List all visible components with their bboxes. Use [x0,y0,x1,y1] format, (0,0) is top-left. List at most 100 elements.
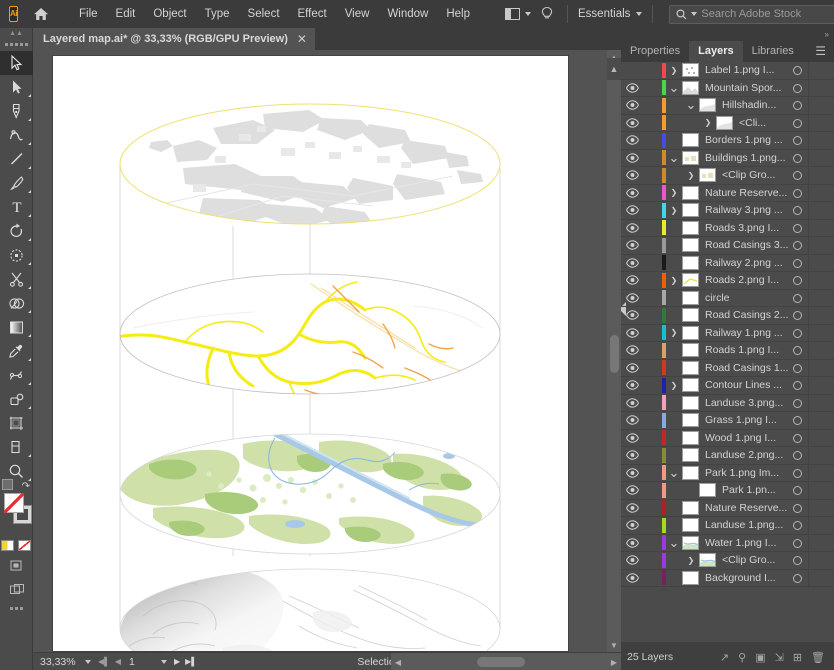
layer-target-indicator[interactable] [793,416,802,425]
layer-name-label[interactable]: Landuse 2.png... [699,449,783,461]
layer-target-indicator[interactable] [793,259,802,268]
layer-name-label[interactable]: Railway 2.png ... [699,257,783,269]
chevron-down-icon[interactable]: ⌄ [683,97,699,113]
layer-row[interactable]: ❯Railway 1.png ... [621,325,834,343]
layer-name-label[interactable]: Landuse 3.png... [699,397,783,409]
layer-target-indicator[interactable] [793,101,802,110]
visibility-eye-icon[interactable] [621,135,643,145]
visibility-eye-icon[interactable] [621,310,643,320]
layer-target-indicator[interactable] [793,399,802,408]
layer-name-label[interactable]: Nature Reserve... [699,187,787,199]
document-tab-close-icon[interactable]: ✕ [297,33,307,45]
delete-selection-icon[interactable]: 🗑 [811,651,825,664]
visibility-eye-icon[interactable] [621,170,643,180]
menu-view[interactable]: View [336,4,379,24]
chevron-right-icon[interactable]: ❯ [666,206,682,215]
edit-toolbar-button[interactable] [0,601,32,615]
layer-target-indicator[interactable] [793,329,802,338]
default-fill-stroke-icon[interactable] [2,479,13,490]
layer-target-indicator[interactable] [793,364,802,373]
layer-target-indicator[interactable] [793,381,802,390]
layer-name-label[interactable]: Nature Reserve... [699,502,787,514]
layer-row[interactable]: Roads 1.png I... [621,342,834,360]
lightbulb-icon[interactable] [537,6,557,22]
search-stock-box[interactable]: Search Adobe Stock [669,5,834,24]
direct-selection-tool[interactable] [0,75,33,99]
scissors-tool[interactable] [0,267,33,291]
canvas-area[interactable]: ▲ ▼ [33,50,621,652]
layer-row[interactable]: ❯<Cli... [621,115,834,133]
layers-list[interactable]: ❯Label 1.png I...⌄Mountain Spor...⌄Hills… [621,62,834,642]
chevron-right-icon[interactable]: ❯ [683,556,699,565]
layer-row[interactable]: ❯Contour Lines ... [621,377,834,395]
curvature-tool[interactable] [0,123,33,147]
layer-row[interactable]: ⌄Park 1.png Im... [621,465,834,483]
horizontal-scroll-thumb[interactable] [477,657,525,667]
artboard-number-value[interactable]: 1 [121,656,157,668]
create-new-layer-icon[interactable]: ⊞ [793,651,802,664]
tools-panel-handle[interactable] [0,37,32,51]
chevron-down-icon[interactable]: ⌄ [666,535,682,551]
scroll-left-icon[interactable]: ◀ [391,658,405,667]
menu-object[interactable]: Object [144,4,195,24]
layer-target-indicator[interactable] [793,66,802,75]
layer-row[interactable]: Background I... [621,570,834,588]
visibility-eye-icon[interactable] [621,153,643,163]
layer-row[interactable]: Wood 1.png I... [621,430,834,448]
workspace-label[interactable]: Essentials [578,8,636,20]
layer-target-indicator[interactable] [793,469,802,478]
layer-name-label[interactable]: Park 1.png Im... [699,467,779,479]
menu-window[interactable]: Window [378,4,437,24]
layer-name-label[interactable]: Hillshadin... [716,99,776,111]
line-segment-tool[interactable] [0,147,33,171]
layer-row[interactable]: Grass 1.png I... [621,412,834,430]
paintbrush-tool[interactable] [0,171,33,195]
vertical-scroll-thumb[interactable] [610,335,619,373]
visibility-eye-icon[interactable] [621,205,643,215]
visibility-eye-icon[interactable] [621,538,643,548]
menu-edit[interactable]: Edit [107,4,145,24]
scroll-down-icon[interactable]: ▼ [607,638,621,652]
layer-target-indicator[interactable] [793,574,802,583]
layer-row[interactable]: Road Casings 2... [621,307,834,325]
visibility-eye-icon[interactable] [621,398,643,408]
layer-name-label[interactable]: Grass 1.png I... [699,414,777,426]
layer-row[interactable]: ❯ <Clip Gro... [621,552,834,570]
layer-name-label[interactable]: Background I... [699,572,776,584]
fill-swatch[interactable] [4,493,24,513]
menu-select[interactable]: Select [239,4,289,24]
first-artboard-icon[interactable]: ◀▌ [98,657,110,666]
visibility-eye-icon[interactable] [621,573,643,583]
menu-effect[interactable]: Effect [289,4,336,24]
document-tab[interactable]: Layered map.ai* @ 33,33% (RGB/GPU Previe… [33,28,316,50]
layer-name-label[interactable]: Road Casings 3... [699,239,788,251]
visibility-eye-icon[interactable] [621,555,643,565]
color-swatch-icon[interactable] [1,540,14,551]
layer-name-label[interactable]: Railway 1.png ... [699,327,783,339]
search-chevron-down-icon[interactable] [691,12,697,16]
locate-object-icon[interactable]: ↗ [720,651,729,664]
layer-name-label[interactable]: Park 1.pn... [716,484,776,496]
layer-target-indicator[interactable] [793,434,802,443]
layer-target-indicator[interactable] [793,189,802,198]
layer-name-label[interactable]: <Clip Gro... [716,554,775,566]
layer-target-indicator[interactable] [793,451,802,460]
visibility-eye-icon[interactable] [621,468,643,478]
visibility-eye-icon[interactable] [621,118,643,128]
home-icon[interactable] [32,5,50,23]
eyedropper-tool[interactable] [0,339,33,363]
workspace-chevron-down-icon[interactable] [636,12,642,16]
layer-target-indicator[interactable] [793,171,802,180]
selection-tool[interactable] [0,51,33,75]
tab-layers[interactable]: Layers [689,41,742,62]
shape-builder-tool[interactable] [0,291,33,315]
search-input[interactable]: Search Adobe Stock [701,8,801,20]
visibility-eye-icon[interactable] [621,520,643,530]
layer-target-indicator[interactable] [793,154,802,163]
layer-row[interactable]: Roads 3.png I... [621,220,834,238]
layer-name-label[interactable]: Landuse 1.png... [699,519,783,531]
layer-name-label[interactable]: <Cli... [733,117,766,129]
layer-row[interactable]: ⌄Mountain Spor... [621,80,834,98]
visibility-eye-icon[interactable] [621,328,643,338]
next-artboard-icon[interactable]: ▶ [174,657,180,666]
